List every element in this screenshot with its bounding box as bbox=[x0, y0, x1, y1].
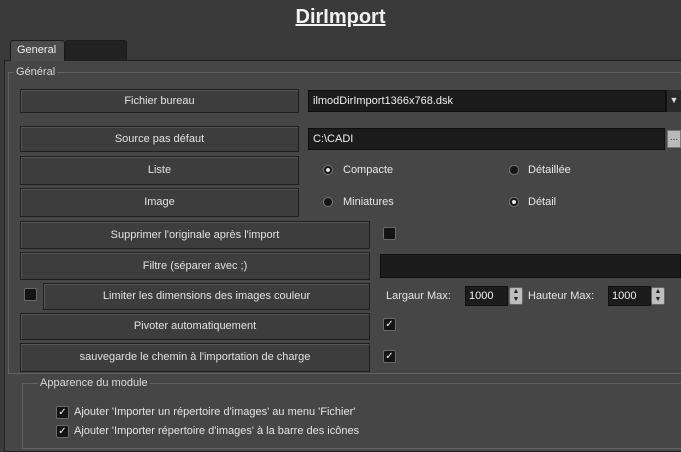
limiter-checkbox[interactable] bbox=[24, 288, 37, 301]
tab-second[interactable] bbox=[65, 40, 127, 61]
apparence-group-legend: Apparence du module bbox=[38, 377, 150, 389]
pivoter-checkbox[interactable]: ✓ bbox=[383, 318, 396, 331]
radio-miniatures-label: Miniatures bbox=[343, 196, 394, 208]
radio-miniatures[interactable] bbox=[323, 197, 333, 207]
browse-button[interactable]: ... bbox=[667, 130, 681, 148]
hauteur-max-label: Hauteur Max: bbox=[528, 290, 595, 302]
radio-compacte[interactable] bbox=[323, 165, 333, 175]
sauvegarde-checkbox[interactable]: ✓ bbox=[383, 350, 396, 363]
tab-general[interactable]: General bbox=[10, 40, 65, 61]
window-title: DirImport bbox=[295, 6, 386, 28]
pivoter-label: Pivoter automatiquement bbox=[20, 313, 370, 340]
sauvegarde-label: sauvegarde le chemin à l'importation de … bbox=[20, 343, 370, 372]
liste-label: Liste bbox=[20, 156, 299, 185]
radio-detaillee-label: Détaillée bbox=[528, 164, 571, 176]
ajouter-barre-checkbox[interactable]: ✓ bbox=[56, 425, 69, 438]
largeur-max-label: Largaur Max: bbox=[386, 290, 451, 302]
hauteur-spin-icon[interactable]: ▲ ▼ bbox=[651, 287, 665, 305]
largeur-max-input[interactable]: 1000 bbox=[465, 286, 508, 306]
filtre-label: Filtre (séparer avec ;) bbox=[20, 252, 370, 280]
supprimer-label: Supprimer l'originale après l'import bbox=[20, 221, 370, 249]
supprimer-checkbox[interactable] bbox=[383, 227, 396, 240]
ajouter-barre-label: Ajouter 'Importer répertoire d'images' à… bbox=[74, 425, 360, 437]
fichier-bureau-dropdown[interactable]: ilmodDirImport1366x768.dsk bbox=[308, 90, 666, 112]
filtre-input[interactable] bbox=[380, 254, 681, 278]
source-label: Source pas défaut bbox=[20, 126, 299, 152]
image-label: Image bbox=[20, 188, 299, 217]
radio-detail-label: Détail bbox=[528, 196, 557, 208]
hauteur-max-input[interactable]: 1000 bbox=[608, 286, 651, 306]
radio-compacte-label: Compacte bbox=[343, 164, 394, 176]
general-group-legend: Général bbox=[14, 66, 58, 78]
source-path-input[interactable]: C:\CADI bbox=[308, 128, 665, 150]
ajouter-menu-checkbox[interactable]: ✓ bbox=[56, 406, 69, 419]
chevron-down-icon[interactable]: ▼ bbox=[666, 90, 681, 112]
limiter-label: Limiter les dimensions des images couleu… bbox=[43, 283, 370, 310]
radio-detaillee[interactable] bbox=[509, 165, 519, 175]
fichier-bureau-label: Fichier bureau bbox=[20, 89, 299, 113]
radio-detail[interactable] bbox=[509, 197, 519, 207]
largeur-spin-icon[interactable]: ▲ ▼ bbox=[509, 287, 523, 305]
ajouter-menu-label: Ajouter 'Importer un répertoire d'images… bbox=[74, 406, 356, 418]
